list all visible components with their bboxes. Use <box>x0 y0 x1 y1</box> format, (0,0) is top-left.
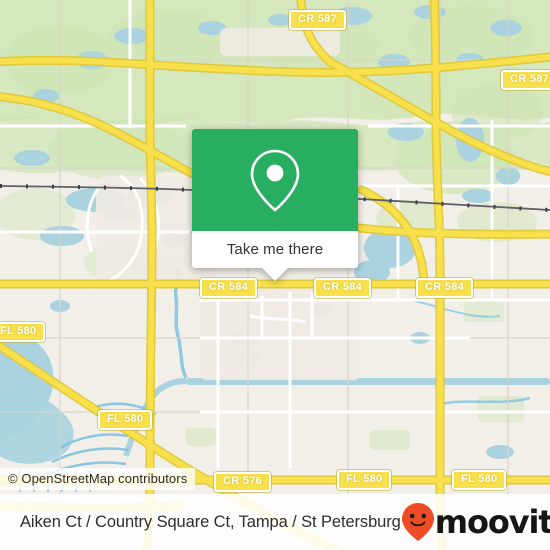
moovit-logo[interactable]: moovit <box>401 502 550 542</box>
bottom-bar: Aiken Ct / Country Square Ct, Tampa / St… <box>0 494 550 550</box>
road-shield: CR 587 <box>289 10 347 30</box>
road-shield: CR 587 <box>501 70 550 90</box>
road-shield: CR 584 <box>416 278 474 298</box>
road-shield: FL 580 <box>452 470 507 490</box>
moovit-pin-icon <box>401 503 434 541</box>
map-pin-icon <box>250 149 300 212</box>
road-shield: FL 580 <box>337 470 392 490</box>
take-me-there-button[interactable]: Take me there <box>192 231 358 268</box>
location-callout[interactable]: Take me there <box>192 129 358 281</box>
place-title: Aiken Ct / Country Square Ct, Tampa / St… <box>20 512 401 531</box>
osm-attribution[interactable]: © OpenStreetMap contributors <box>0 468 196 490</box>
callout-image <box>192 129 358 231</box>
road-shield: CR 584 <box>200 278 258 298</box>
map-screenshot: CR 587 CR 587 CR 584 CR 584 CR 584 FL 580 FL 5… <box>0 0 550 550</box>
road-shield: FL 580 <box>98 410 153 430</box>
moovit-wordmark: moovit <box>434 503 550 541</box>
callout-tail <box>262 268 288 281</box>
road-shield: FL 580 <box>0 322 46 342</box>
road-shield: CR 584 <box>314 278 372 298</box>
road-shield: CR 576 <box>214 472 272 492</box>
